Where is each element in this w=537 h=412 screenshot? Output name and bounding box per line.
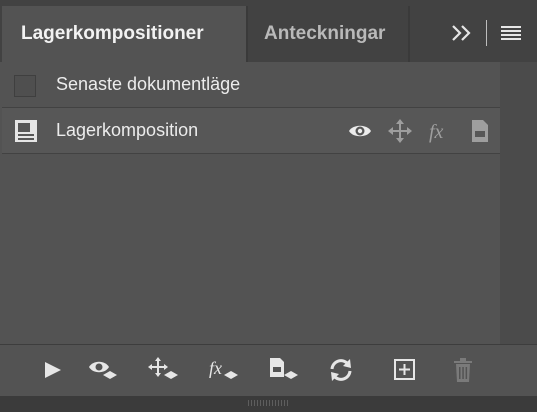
layer-comp-icon[interactable] <box>14 119 38 143</box>
tab-bar: Lagerkompositioner Anteckningar <box>0 0 537 62</box>
tab-notes[interactable]: Anteckningar <box>248 6 408 62</box>
list-item-label: Senaste dokumentläge <box>56 74 241 94</box>
trash-icon[interactable] <box>448 357 478 383</box>
layer-comps-list: Senaste dokumentläge Lagerkomposition fx <box>2 62 500 344</box>
apply-appearance-icon[interactable] <box>268 357 298 383</box>
scrollbar[interactable] <box>500 62 537 344</box>
resize-handle[interactable] <box>0 396 537 412</box>
apply-position-icon[interactable] <box>148 357 178 383</box>
tab-layer-comps[interactable]: Lagerkompositioner <box>2 6 246 62</box>
tab-divider <box>408 6 410 62</box>
visibility-eye-icon[interactable] <box>348 119 372 143</box>
grip-icon <box>248 400 288 406</box>
hamburger-menu-icon[interactable] <box>500 25 522 41</box>
fx-style-icon[interactable]: fx <box>428 119 452 143</box>
svg-text:fx: fx <box>209 358 222 378</box>
list-item-layer-comp[interactable]: Lagerkomposition fx <box>2 108 500 154</box>
play-icon[interactable] <box>38 357 68 383</box>
new-comp-icon[interactable] <box>390 357 420 383</box>
apply-comp-checkbox[interactable] <box>14 75 36 97</box>
position-move-icon[interactable] <box>388 119 412 143</box>
document-appearance-icon[interactable] <box>468 119 492 143</box>
double-chevron-right-icon[interactable] <box>450 22 474 44</box>
panel-toolbar: fx <box>0 344 537 396</box>
list-item-last-document-state[interactable]: Senaste dokumentläge <box>2 62 500 108</box>
apply-visibility-icon[interactable] <box>88 357 118 383</box>
svg-text:fx: fx <box>429 121 444 143</box>
refresh-icon[interactable] <box>326 357 356 383</box>
apply-fx-icon[interactable]: fx <box>208 357 238 383</box>
toolbar-divider <box>486 20 487 46</box>
list-item-label: Lagerkomposition <box>56 120 199 140</box>
